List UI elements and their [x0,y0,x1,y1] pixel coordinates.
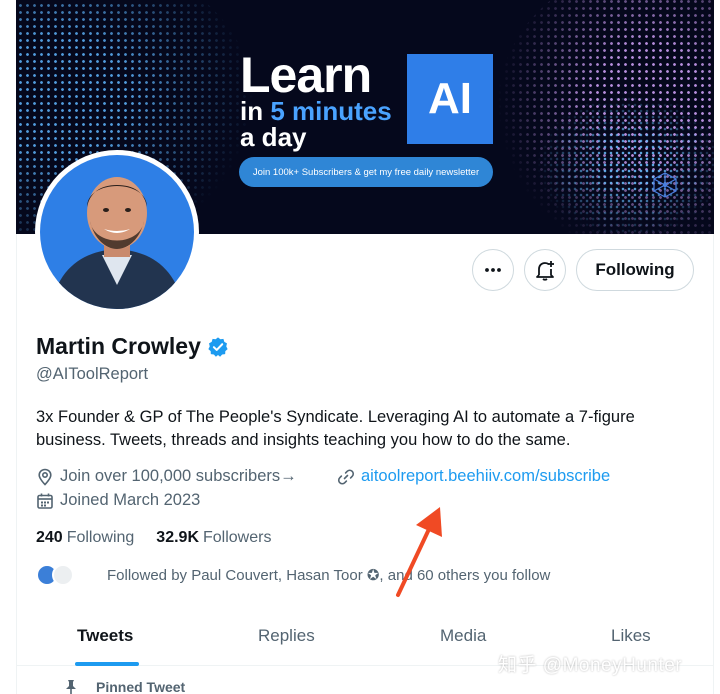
active-tab-indicator [75,662,139,666]
link-icon [337,468,355,485]
notifications-button[interactable] [524,249,566,291]
location-pin-icon [38,468,52,486]
profile-name: Martin Crowley [36,333,201,359]
location-text: Join over 100,000 subscribers→ [60,467,297,485]
following-stat-link[interactable]: 240 Following [36,529,134,547]
tab-replies[interactable]: Replies [258,626,315,646]
verified-badge-icon [208,336,228,357]
tab-likes[interactable]: Likes [611,626,651,646]
profile-bio: 3x Founder & GP of The People's Syndicat… [36,408,635,449]
calendar-icon [37,493,53,509]
followers-stat-link[interactable]: 32.9K Followers [156,529,271,547]
banner-cta-pill: Join 100k+ Subscribers & get my free dai… [239,157,493,187]
avatar-photo [40,155,194,309]
banner-headline-learn: Learn [240,47,372,103]
profile-location: Join over 100,000 subscribers→ [36,467,297,486]
watermark: 知乎 @MoneyHunter [498,655,683,676]
annotation-arrow [396,507,442,597]
joined-text: Joined March 2023 [60,491,201,509]
profile-name-row: Martin Crowley [36,333,229,360]
profile-handle: @AIToolReport [36,365,149,383]
banner-headline-aday: a day [240,122,307,152]
banner-dot-wave-right-lower [536,90,714,234]
following-button[interactable]: Following [576,249,694,291]
banner-ai-badge: AI [407,54,493,144]
more-options-button[interactable] [472,249,514,291]
follower-avatar [52,564,74,586]
profile-website[interactable]: aitoolreport.beehiiv.com/subscribe [337,467,610,486]
more-horizontal-icon [485,268,501,272]
tab-media[interactable]: Media [440,626,486,646]
website-link[interactable]: aitoolreport.beehiiv.com/subscribe [361,467,610,486]
tab-tweets[interactable]: Tweets [77,626,133,646]
network-logo-icon [653,172,677,198]
bell-plus-icon [536,261,554,281]
followed-by-text: Followed by Paul Couvert, Hasan Toor ✪, … [107,567,551,584]
pinned-tweet-label: Pinned Tweet [96,679,186,694]
followed-by-row[interactable]: Followed by Paul Couvert, Hasan Toor ✪, … [36,564,550,586]
pin-icon [66,680,76,694]
profile-avatar[interactable] [35,150,199,314]
follow-stats: 240 Following 32.9K Followers [36,529,271,547]
pinned-tweet-header: Pinned Tweet [64,679,185,694]
banner-headline-minutes: in 5 minutes [240,96,392,126]
profile-joined: Joined March 2023 [36,491,200,510]
